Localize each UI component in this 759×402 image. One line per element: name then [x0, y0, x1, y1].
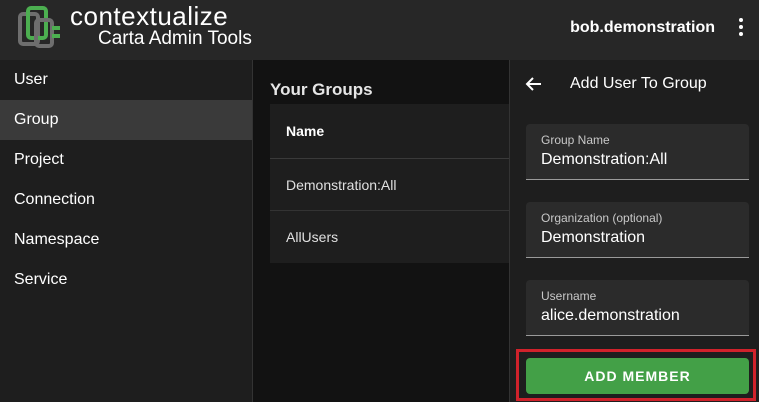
add-user-panel: Add User To Group Group Name Demonstrati…	[509, 60, 759, 402]
username-field[interactable]: Username alice.demonstration	[526, 280, 749, 336]
sidebar-item-service[interactable]: Service	[0, 260, 252, 300]
contextualize-logo-icon	[18, 6, 60, 48]
app-subtitle: Carta Admin Tools	[98, 28, 252, 49]
sidebar-nav: User Group Project Connection Namespace …	[0, 60, 253, 402]
sidebar-item-user[interactable]: User	[0, 60, 252, 100]
app-header: contextualize Carta Admin Tools bob.demo…	[0, 0, 759, 60]
page-title: Your Groups	[270, 80, 373, 99]
field-value[interactable]: alice.demonstration	[541, 307, 680, 325]
field-label: Username	[541, 289, 597, 303]
sidebar-item-connection[interactable]: Connection	[0, 180, 252, 220]
more-vert-icon[interactable]	[737, 18, 745, 38]
arrow-back-icon[interactable]	[524, 74, 544, 94]
field-label: Group Name	[541, 133, 610, 147]
sidebar-item-project[interactable]: Project	[0, 140, 252, 180]
column-header-name[interactable]: Name	[270, 104, 509, 159]
sidebar-item-namespace[interactable]: Namespace	[0, 220, 252, 260]
table-row[interactable]: Demonstration:All	[270, 159, 509, 211]
sidebar-item-group[interactable]: Group	[0, 100, 252, 140]
panel-title: Add User To Group	[570, 75, 707, 92]
current-user[interactable]: bob.demonstration	[570, 19, 715, 37]
field-label: Organization (optional)	[541, 211, 663, 225]
groups-table: Name Demonstration:All AllUsers	[270, 104, 509, 263]
field-value[interactable]: Demonstration	[541, 229, 645, 247]
group-name-field[interactable]: Group Name Demonstration:All	[526, 124, 749, 180]
add-member-button[interactable]: ADD MEMBER	[526, 358, 749, 394]
groups-main: Your Groups Name Demonstration:All AllUs…	[254, 60, 509, 402]
table-row[interactable]: AllUsers	[270, 211, 509, 263]
organization-field[interactable]: Organization (optional) Demonstration	[526, 202, 749, 258]
field-value[interactable]: Demonstration:All	[541, 151, 667, 169]
